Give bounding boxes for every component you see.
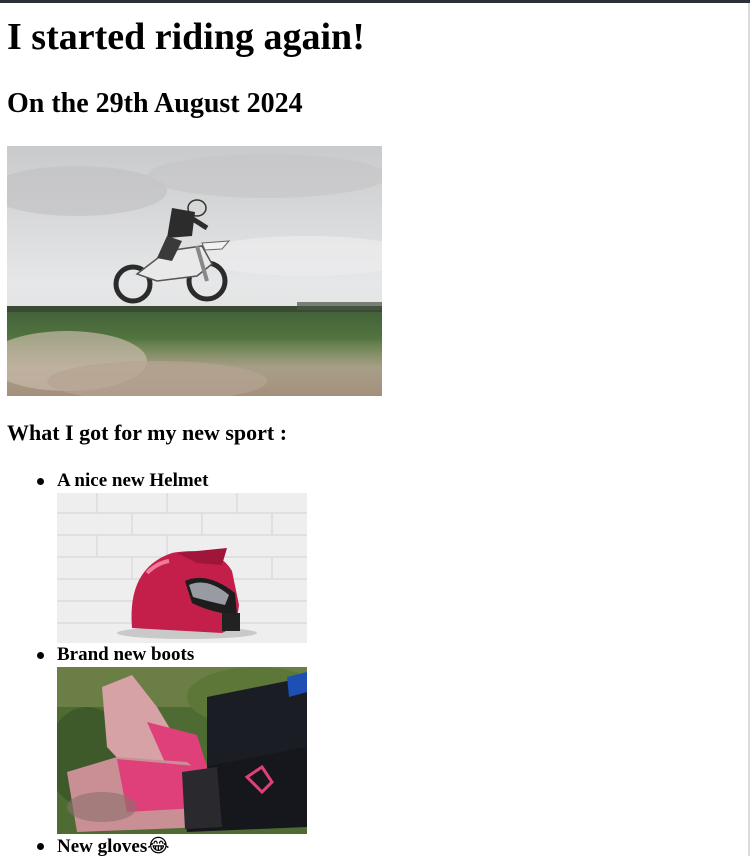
list-item-boots: Brand new boots [7,643,607,834]
bullet [37,652,44,659]
list-item-gloves: New gloves😂 [7,834,607,859]
laughing-emoji-icon: 😂 [147,835,170,857]
browser-top-bar [0,0,750,3]
gear-item-label: New gloves😂 [57,834,607,859]
gear-item-label: Brand new boots [57,644,195,665]
date-heading: On the 29th August 2024 [7,88,303,119]
gear-list: A nice new Helmet Brand new boots New gl… [7,469,607,859]
motocross-jump-photo [7,146,382,396]
gear-item-text: New gloves [57,836,148,857]
gear-heading: What I got for my new sport : [7,420,288,445]
boots-photo [57,667,307,834]
page-title: I started riding again! [7,16,365,58]
bullet [37,843,44,850]
helmet-photo [57,493,307,643]
gear-item-label: A nice new Helmet [57,470,209,491]
bullet [37,478,44,485]
list-item-helmet: A nice new Helmet [7,469,607,643]
